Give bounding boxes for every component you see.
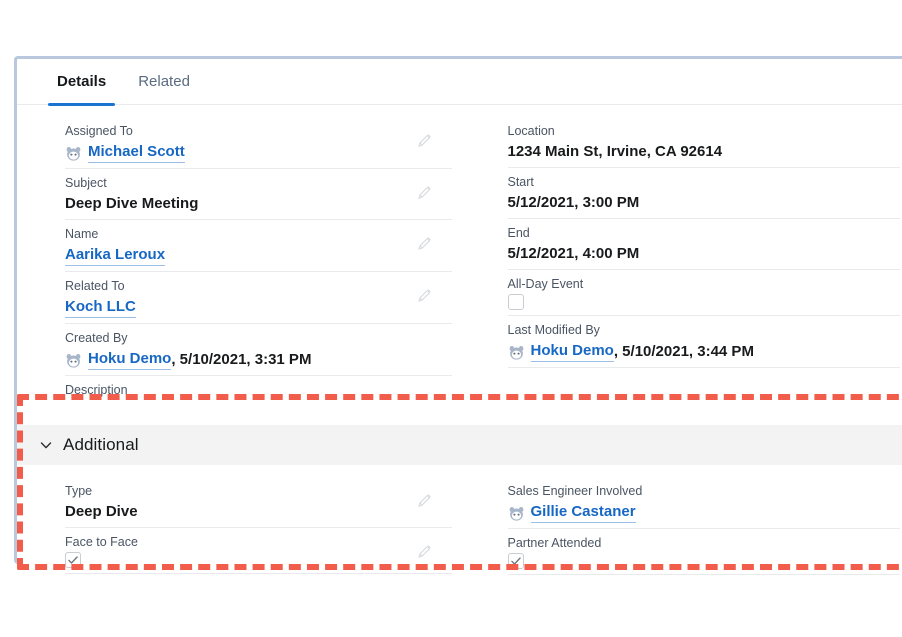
edit-pencil-icon[interactable]	[418, 185, 432, 199]
related-account-link[interactable]: Koch LLC	[65, 296, 136, 318]
user-avatar-icon	[65, 352, 82, 369]
additional-field-grid: Type Deep Dive Face to Face	[17, 465, 902, 575]
edit-pencil-icon[interactable]	[418, 288, 432, 302]
additional-left-column: Type Deep Dive Face to Face	[17, 477, 466, 575]
screenshot-root: Details Related Assigned To	[0, 0, 902, 637]
user-avatar-icon	[508, 505, 525, 522]
field-partner-attended-label: Partner Attended	[508, 535, 901, 551]
all-day-event-checkbox[interactable]	[508, 294, 524, 310]
details-right-column: Location 1234 Main St, Irvine, CA 92614 …	[466, 117, 902, 421]
field-all-day-event-label: All-Day Event	[508, 276, 901, 292]
user-avatar-icon	[65, 145, 82, 162]
field-type-value: Deep Dive	[65, 501, 452, 522]
last-modified-by-timestamp: , 5/10/2021, 3:44 PM	[614, 341, 754, 362]
field-location-value: 1234 Main St, Irvine, CA 92614	[508, 141, 901, 162]
assigned-to-user-link[interactable]: Michael Scott	[88, 141, 185, 163]
section-title-additional: Additional	[63, 435, 139, 455]
face-to-face-checkbox[interactable]	[65, 552, 81, 568]
field-last-modified-by: Last Modified By	[508, 316, 901, 368]
record-tab-bar: Details Related	[17, 59, 902, 105]
tab-related[interactable]: Related	[122, 59, 206, 105]
details-left-column: Assigned To	[17, 117, 466, 421]
field-all-day-event-value	[508, 294, 901, 310]
edit-pencil-icon[interactable]	[418, 133, 432, 147]
field-sales-engineer-involved-value: Gillie Castaner	[508, 501, 901, 523]
field-created-by-label: Created By	[65, 330, 452, 346]
chevron-down-icon	[39, 438, 53, 452]
field-name-label: Name	[65, 226, 452, 242]
field-subject-value: Deep Dive Meeting	[65, 193, 452, 214]
field-face-to-face: Face to Face	[65, 528, 452, 574]
details-columns: Assigned To	[17, 117, 902, 421]
tab-related-label: Related	[138, 73, 190, 90]
edit-pencil-icon[interactable]	[418, 236, 432, 250]
field-start-value: 5/12/2021, 3:00 PM	[508, 192, 901, 213]
field-end-label: End	[508, 225, 901, 241]
field-partner-attended-value	[508, 553, 901, 569]
field-sales-engineer-involved: Sales Engineer Involved	[508, 477, 901, 529]
field-end: End 5/12/2021, 4:00 PM	[508, 219, 901, 270]
field-location-label: Location	[508, 123, 901, 139]
field-all-day-event: All-Day Event	[508, 270, 901, 316]
sales-engineer-user-link[interactable]: Gillie Castaner	[531, 501, 636, 523]
field-related-to: Related To Koch LLC	[65, 272, 452, 324]
tab-details[interactable]: Details	[41, 59, 122, 105]
field-sales-engineer-involved-label: Sales Engineer Involved	[508, 483, 901, 499]
edit-pencil-icon[interactable]	[418, 493, 432, 507]
edit-pencil-icon[interactable]	[418, 544, 432, 558]
field-end-value: 5/12/2021, 4:00 PM	[508, 243, 901, 264]
field-face-to-face-value	[65, 552, 452, 568]
field-description: Description	[65, 376, 452, 421]
contact-name-link[interactable]: Aarika Leroux	[65, 244, 165, 266]
field-name: Name Aarika Leroux	[65, 220, 452, 272]
field-type: Type Deep Dive	[65, 477, 452, 528]
field-created-by: Created By	[65, 324, 452, 376]
additional-columns: Type Deep Dive Face to Face	[17, 477, 902, 575]
last-modified-by-user-link[interactable]: Hoku Demo	[531, 340, 614, 362]
field-assigned-to-label: Assigned To	[65, 123, 452, 139]
field-related-to-label: Related To	[65, 278, 452, 294]
field-name-value: Aarika Leroux	[65, 244, 452, 266]
field-start-label: Start	[508, 174, 901, 190]
field-face-to-face-label: Face to Face	[65, 534, 452, 550]
details-field-grid: Assigned To	[17, 105, 902, 421]
field-created-by-value: Hoku Demo , 5/10/2021, 3:31 PM	[65, 348, 452, 370]
record-detail-card: Details Related Assigned To	[14, 56, 902, 564]
created-by-user-link[interactable]: Hoku Demo	[88, 348, 171, 370]
field-location: Location 1234 Main St, Irvine, CA 92614	[508, 117, 901, 168]
field-last-modified-by-value: Hoku Demo , 5/10/2021, 3:44 PM	[508, 340, 901, 362]
section-header-additional[interactable]: Additional	[17, 425, 902, 465]
field-assigned-to: Assigned To	[65, 117, 452, 169]
user-avatar-icon	[508, 344, 525, 361]
field-subject: Subject Deep Dive Meeting	[65, 169, 452, 220]
field-last-modified-by-label: Last Modified By	[508, 322, 901, 338]
created-by-timestamp: , 5/10/2021, 3:31 PM	[171, 349, 311, 370]
field-related-to-value: Koch LLC	[65, 296, 452, 318]
tab-details-label: Details	[57, 73, 106, 90]
field-description-label: Description	[65, 382, 452, 398]
partner-attended-checkbox[interactable]	[508, 553, 524, 569]
additional-right-column: Sales Engineer Involved	[466, 477, 902, 575]
field-start: Start 5/12/2021, 3:00 PM	[508, 168, 901, 219]
field-partner-attended: Partner Attended	[508, 529, 901, 575]
field-type-label: Type	[65, 483, 452, 499]
field-subject-label: Subject	[65, 175, 452, 191]
field-assigned-to-value: Michael Scott	[65, 141, 452, 163]
